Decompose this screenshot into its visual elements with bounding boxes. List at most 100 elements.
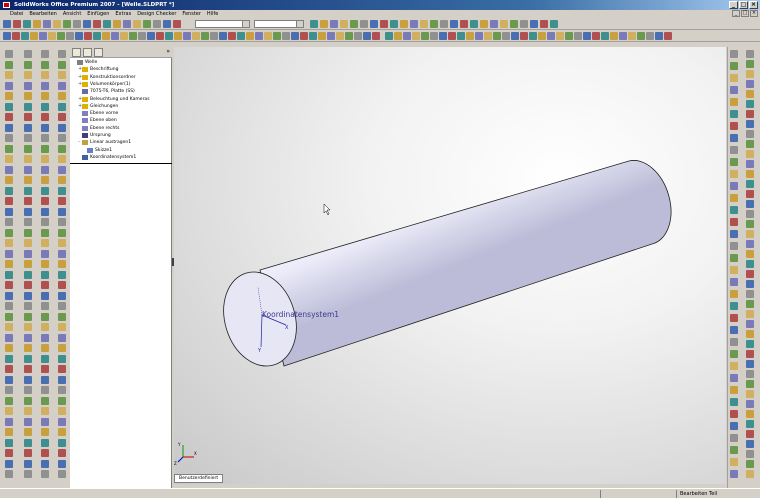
curve-tool-button[interactable] [57, 60, 66, 69]
view-toolbar-button[interactable] [664, 32, 672, 40]
curve-tool-button[interactable] [57, 459, 66, 468]
feature-tool-button[interactable] [23, 176, 32, 184]
tool-button[interactable] [41, 207, 49, 216]
tool-button[interactable] [41, 407, 49, 415]
sketch-entity-button[interactable] [746, 420, 754, 428]
tree-item[interactable]: + Volumenkörper(1) [78, 81, 131, 88]
toolbar-button[interactable] [103, 20, 111, 28]
feature-tool-button[interactable] [23, 291, 32, 300]
feature-tool-button[interactable] [23, 449, 32, 457]
menu-einfuegen[interactable]: Einfügen [87, 10, 109, 18]
view-toolbar-button[interactable] [138, 32, 146, 40]
view-tool-button[interactable] [730, 230, 738, 238]
view-tool-button[interactable] [730, 314, 738, 322]
view-toolbar-button[interactable] [3, 32, 11, 40]
toolbar-button[interactable] [113, 20, 121, 28]
curve-tool-button[interactable] [57, 312, 66, 321]
toolbar-button[interactable] [540, 20, 548, 28]
sketch-tool-button[interactable] [5, 92, 13, 100]
sketch-tool-button[interactable] [5, 323, 13, 331]
sketch-tool-button[interactable] [5, 281, 13, 289]
toolbar-button[interactable] [520, 20, 528, 28]
feature-tool-button[interactable] [23, 428, 32, 436]
sketch-tool-button[interactable] [5, 113, 13, 121]
menu-bearbeiten[interactable]: Bearbeiten [29, 10, 56, 18]
curve-tool-button[interactable] [57, 375, 66, 384]
tool-button[interactable] [41, 134, 49, 142]
toolbar-button[interactable] [500, 20, 508, 28]
feature-tool-button[interactable] [23, 134, 32, 142]
view-toolbar-button[interactable] [147, 32, 155, 40]
sketch-entity-button[interactable] [746, 250, 754, 258]
view-toolbar-button[interactable] [601, 32, 609, 40]
sketch-tool-button[interactable] [5, 50, 13, 58]
view-toolbar-button[interactable] [385, 32, 393, 40]
sketch-tool-button[interactable] [5, 155, 13, 163]
sketch-entity-button[interactable] [746, 180, 754, 188]
view-toolbar-button[interactable] [327, 32, 335, 40]
curve-tool-button[interactable] [57, 386, 66, 394]
view-toolbar-button[interactable] [309, 32, 317, 40]
view-tool-button[interactable] [730, 62, 738, 70]
curve-tool-button[interactable] [57, 449, 66, 457]
sketch-entity-button[interactable] [746, 160, 754, 168]
sketch-entity-button[interactable] [746, 460, 754, 468]
feature-tool-button[interactable] [23, 459, 32, 468]
sketch-tool-button[interactable] [5, 218, 13, 226]
sketch-entity-button[interactable] [746, 440, 754, 448]
tool-button[interactable] [41, 365, 49, 373]
toolbar-button[interactable] [73, 20, 81, 28]
sketch-tool-button[interactable] [5, 260, 13, 268]
view-toolbar-button[interactable] [363, 32, 371, 40]
toolbar-button[interactable] [440, 20, 448, 28]
maximize-button[interactable]: □ [739, 1, 748, 9]
view-toolbar-button[interactable] [273, 32, 281, 40]
view-toolbar-button[interactable] [511, 32, 519, 40]
tool-button[interactable] [41, 113, 49, 121]
tool-button[interactable] [41, 428, 49, 436]
view-tool-button[interactable] [730, 446, 738, 454]
view-toolbar-button[interactable] [102, 32, 110, 40]
sketch-tool-button[interactable] [5, 449, 13, 457]
sketch-tool-button[interactable] [5, 249, 13, 258]
view-tool-button[interactable] [730, 50, 738, 58]
tool-button[interactable] [41, 281, 49, 289]
tool-button[interactable] [41, 302, 49, 310]
view-toolbar-button[interactable] [394, 32, 402, 40]
sketch-tool-button[interactable] [5, 428, 13, 436]
sketch-entity-button[interactable] [746, 120, 754, 128]
sketch-entity-button[interactable] [746, 380, 754, 388]
tool-button[interactable] [41, 386, 49, 394]
view-toolbar-button[interactable] [403, 32, 411, 40]
curve-tool-button[interactable] [57, 470, 66, 478]
view-toolbar-button[interactable] [246, 32, 254, 40]
view-tool-button[interactable] [730, 98, 738, 106]
view-toolbar-button[interactable] [255, 32, 263, 40]
feature-tool-button[interactable] [23, 71, 32, 79]
feature-tool-button[interactable] [23, 92, 32, 100]
view-tool-button[interactable] [730, 146, 738, 154]
sketch-entity-button[interactable] [746, 360, 754, 368]
tool-button[interactable] [41, 228, 49, 237]
toolbar-button[interactable] [310, 20, 318, 28]
tool-button[interactable] [41, 470, 49, 478]
view-tool-button[interactable] [730, 434, 738, 442]
feature-tool-button[interactable] [23, 186, 32, 195]
toolbar-button[interactable] [153, 20, 161, 28]
view-toolbar-button[interactable] [336, 32, 344, 40]
toolbar-button[interactable] [133, 20, 141, 28]
sketch-tool-button[interactable] [5, 375, 13, 384]
curve-tool-button[interactable] [57, 197, 66, 205]
view-toolbar-button[interactable] [192, 32, 200, 40]
sketch-entity-button[interactable] [746, 150, 754, 158]
tool-button[interactable] [41, 50, 49, 58]
curve-tool-button[interactable] [57, 438, 66, 447]
curve-tool-button[interactable] [57, 365, 66, 373]
sketch-entity-button[interactable] [746, 60, 754, 68]
view-toolbar-button[interactable] [628, 32, 636, 40]
curve-tool-button[interactable] [57, 239, 66, 247]
view-toolbar-button[interactable] [165, 32, 173, 40]
feature-tool-button[interactable] [23, 60, 32, 69]
tool-button[interactable] [41, 123, 49, 132]
view-tool-button[interactable] [730, 170, 738, 178]
